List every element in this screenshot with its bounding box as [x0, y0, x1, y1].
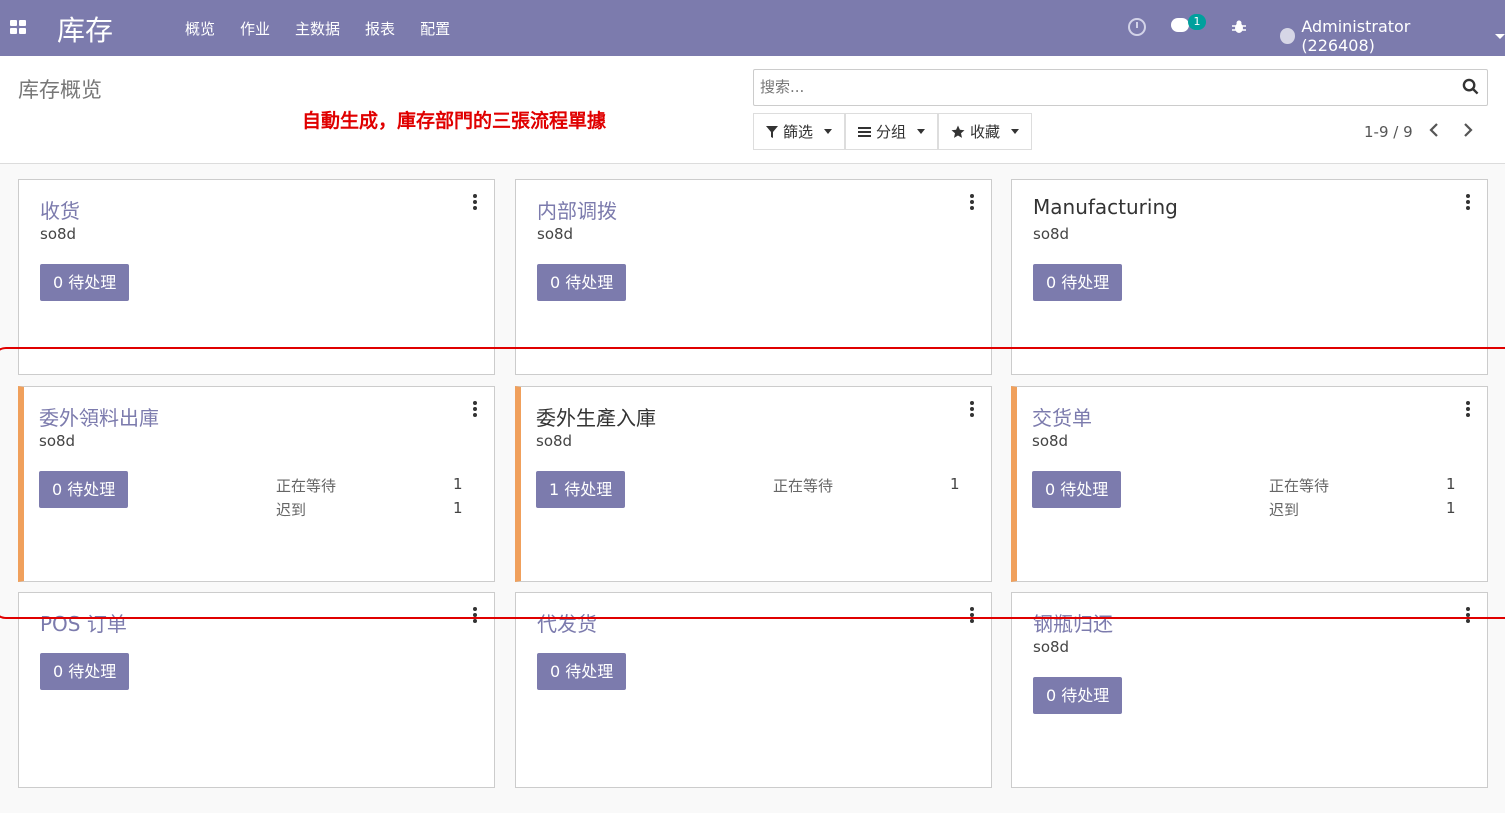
list-icon — [858, 126, 872, 137]
card-warehouse: so8d — [536, 432, 573, 450]
chevron-down-icon — [824, 129, 833, 134]
activity-clock-icon[interactable] — [1128, 18, 1146, 36]
card-menu-icon[interactable] — [473, 607, 477, 625]
to-process-button[interactable]: 1 待处理 — [536, 471, 626, 508]
kanban-card-manufacturing[interactable]: Manufacturing so8d 0 待处理 — [1011, 179, 1488, 375]
debug-bug-icon[interactable] — [1231, 19, 1247, 35]
waiting-label[interactable]: 正在等待 — [1269, 475, 1329, 496]
waiting-label[interactable]: 正在等待 — [773, 475, 833, 496]
card-warehouse: so8d — [1032, 432, 1069, 450]
user-menu[interactable]: Administrator (226408) — [1280, 17, 1505, 55]
filter-icon — [766, 125, 778, 138]
card-warehouse: so8d — [1033, 638, 1070, 656]
card-warehouse: so8d — [39, 432, 76, 450]
filters-label: 篩选 — [783, 123, 814, 141]
chevron-down-icon — [1495, 33, 1505, 39]
to-process-button[interactable]: 0 待处理 — [40, 264, 130, 301]
to-process-button[interactable]: 0 待处理 — [40, 653, 130, 690]
menu-item-overview[interactable]: 概览 — [185, 18, 215, 39]
apps-menu-icon[interactable] — [10, 20, 26, 34]
filters-button[interactable]: 篩选 — [753, 113, 846, 150]
card-title[interactable]: 代发货 — [537, 608, 597, 637]
pager-value[interactable]: 1-9 / 9 — [1364, 123, 1413, 141]
card-menu-icon[interactable] — [970, 607, 974, 625]
to-process-button[interactable]: 0 待处理 — [537, 653, 627, 690]
late-label[interactable]: 迟到 — [276, 499, 306, 520]
main-menu: 概览 作业 主数据 报表 配置 — [185, 18, 475, 39]
waiting-count[interactable]: 1 — [1446, 475, 1456, 493]
favorites-button[interactable]: 收藏 — [938, 113, 1033, 150]
late-count[interactable]: 1 — [453, 499, 463, 517]
card-menu-icon[interactable] — [1466, 401, 1470, 419]
late-label[interactable]: 迟到 — [1269, 499, 1299, 520]
card-title[interactable]: 钢瓶归还 — [1033, 608, 1113, 637]
card-menu-icon[interactable] — [970, 401, 974, 419]
card-menu-icon[interactable] — [1466, 607, 1470, 625]
search-options: 篩选 分组 收藏 — [753, 113, 1033, 150]
kanban-card-internal-transfers[interactable]: 内部调拨 so8d 0 待处理 — [515, 179, 992, 375]
card-warehouse: so8d — [1033, 225, 1070, 243]
kanban-card-pos-orders[interactable]: POS 订单 0 待处理 — [18, 592, 495, 788]
menu-item-configuration[interactable]: 配置 — [420, 18, 450, 39]
card-menu-icon[interactable] — [970, 194, 974, 212]
to-process-button[interactable]: 0 待处理 — [39, 471, 129, 508]
group-by-label: 分组 — [876, 123, 907, 141]
control-panel: 库存概览 自動生成，庫存部門的三張流程單據 篩选 分组 收藏 1-9 / 9 — [0, 56, 1505, 164]
menu-item-master-data[interactable]: 主数据 — [295, 18, 340, 39]
kanban-card-dropship[interactable]: 代发货 0 待处理 — [515, 592, 992, 788]
to-process-button[interactable]: 0 待处理 — [1032, 471, 1122, 508]
chat-icon[interactable] — [1171, 18, 1189, 32]
card-title[interactable]: 委外生產入庫 — [536, 402, 656, 431]
group-by-button[interactable]: 分组 — [845, 113, 939, 150]
card-title[interactable]: Manufacturing — [1033, 195, 1178, 219]
search-icon[interactable] — [1462, 78, 1479, 95]
top-navbar: 库存 概览 作业 主数据 报表 配置 1 Administrator (2264… — [0, 0, 1505, 56]
card-title[interactable]: 交货单 — [1032, 402, 1092, 431]
chevron-right-icon[interactable] — [1462, 122, 1474, 138]
waiting-count[interactable]: 1 — [453, 475, 463, 493]
kanban-card-subcontract-production[interactable]: 委外生產入庫 so8d 1 待处理 正在等待 1 — [515, 386, 992, 582]
page-title: 库存概览 — [18, 78, 102, 102]
card-menu-icon[interactable] — [1466, 194, 1470, 212]
card-title[interactable]: POS 订单 — [40, 608, 127, 637]
user-name: Administrator (226408) — [1301, 17, 1411, 55]
kanban-card-delivery-orders[interactable]: 交货单 so8d 0 待处理 正在等待 1 迟到 1 — [1011, 386, 1488, 582]
annotation-note: 自動生成，庫存部門的三張流程單據 — [302, 110, 607, 132]
card-menu-icon[interactable] — [473, 194, 477, 212]
kanban-card-receipts[interactable]: 收货 so8d 0 待处理 — [18, 179, 495, 375]
kanban-card-cylinder-return[interactable]: 钢瓶归还 so8d 0 待处理 — [1011, 592, 1488, 788]
to-process-button[interactable]: 0 待处理 — [1033, 264, 1123, 301]
card-title[interactable]: 内部调拨 — [537, 195, 617, 224]
card-menu-icon[interactable] — [473, 401, 477, 419]
app-brand[interactable]: 库存 — [57, 9, 113, 49]
card-warehouse: so8d — [537, 225, 574, 243]
waiting-label[interactable]: 正在等待 — [276, 475, 336, 496]
chat-count-badge: 1 — [1188, 14, 1206, 30]
late-count[interactable]: 1 — [1446, 499, 1456, 517]
card-warehouse: so8d — [40, 225, 77, 243]
user-avatar-icon — [1280, 28, 1296, 44]
star-icon — [951, 125, 965, 138]
to-process-button[interactable]: 0 待处理 — [537, 264, 627, 301]
menu-item-operations[interactable]: 作业 — [240, 18, 270, 39]
chevron-left-icon[interactable] — [1428, 122, 1440, 138]
menu-item-reporting[interactable]: 报表 — [365, 18, 395, 39]
chevron-down-icon — [1011, 129, 1020, 134]
waiting-count[interactable]: 1 — [950, 475, 960, 493]
kanban-card-subcontract-outgoing[interactable]: 委外領料出庫 so8d 0 待处理 正在等待 1 迟到 1 — [18, 386, 495, 582]
chevron-down-icon — [917, 129, 926, 134]
to-process-button[interactable]: 0 待处理 — [1033, 677, 1123, 714]
search-input[interactable] — [760, 78, 1440, 96]
favorites-label: 收藏 — [970, 123, 1001, 141]
card-title[interactable]: 委外領料出庫 — [39, 402, 159, 431]
search-box — [753, 69, 1488, 106]
card-title[interactable]: 收货 — [40, 195, 80, 224]
